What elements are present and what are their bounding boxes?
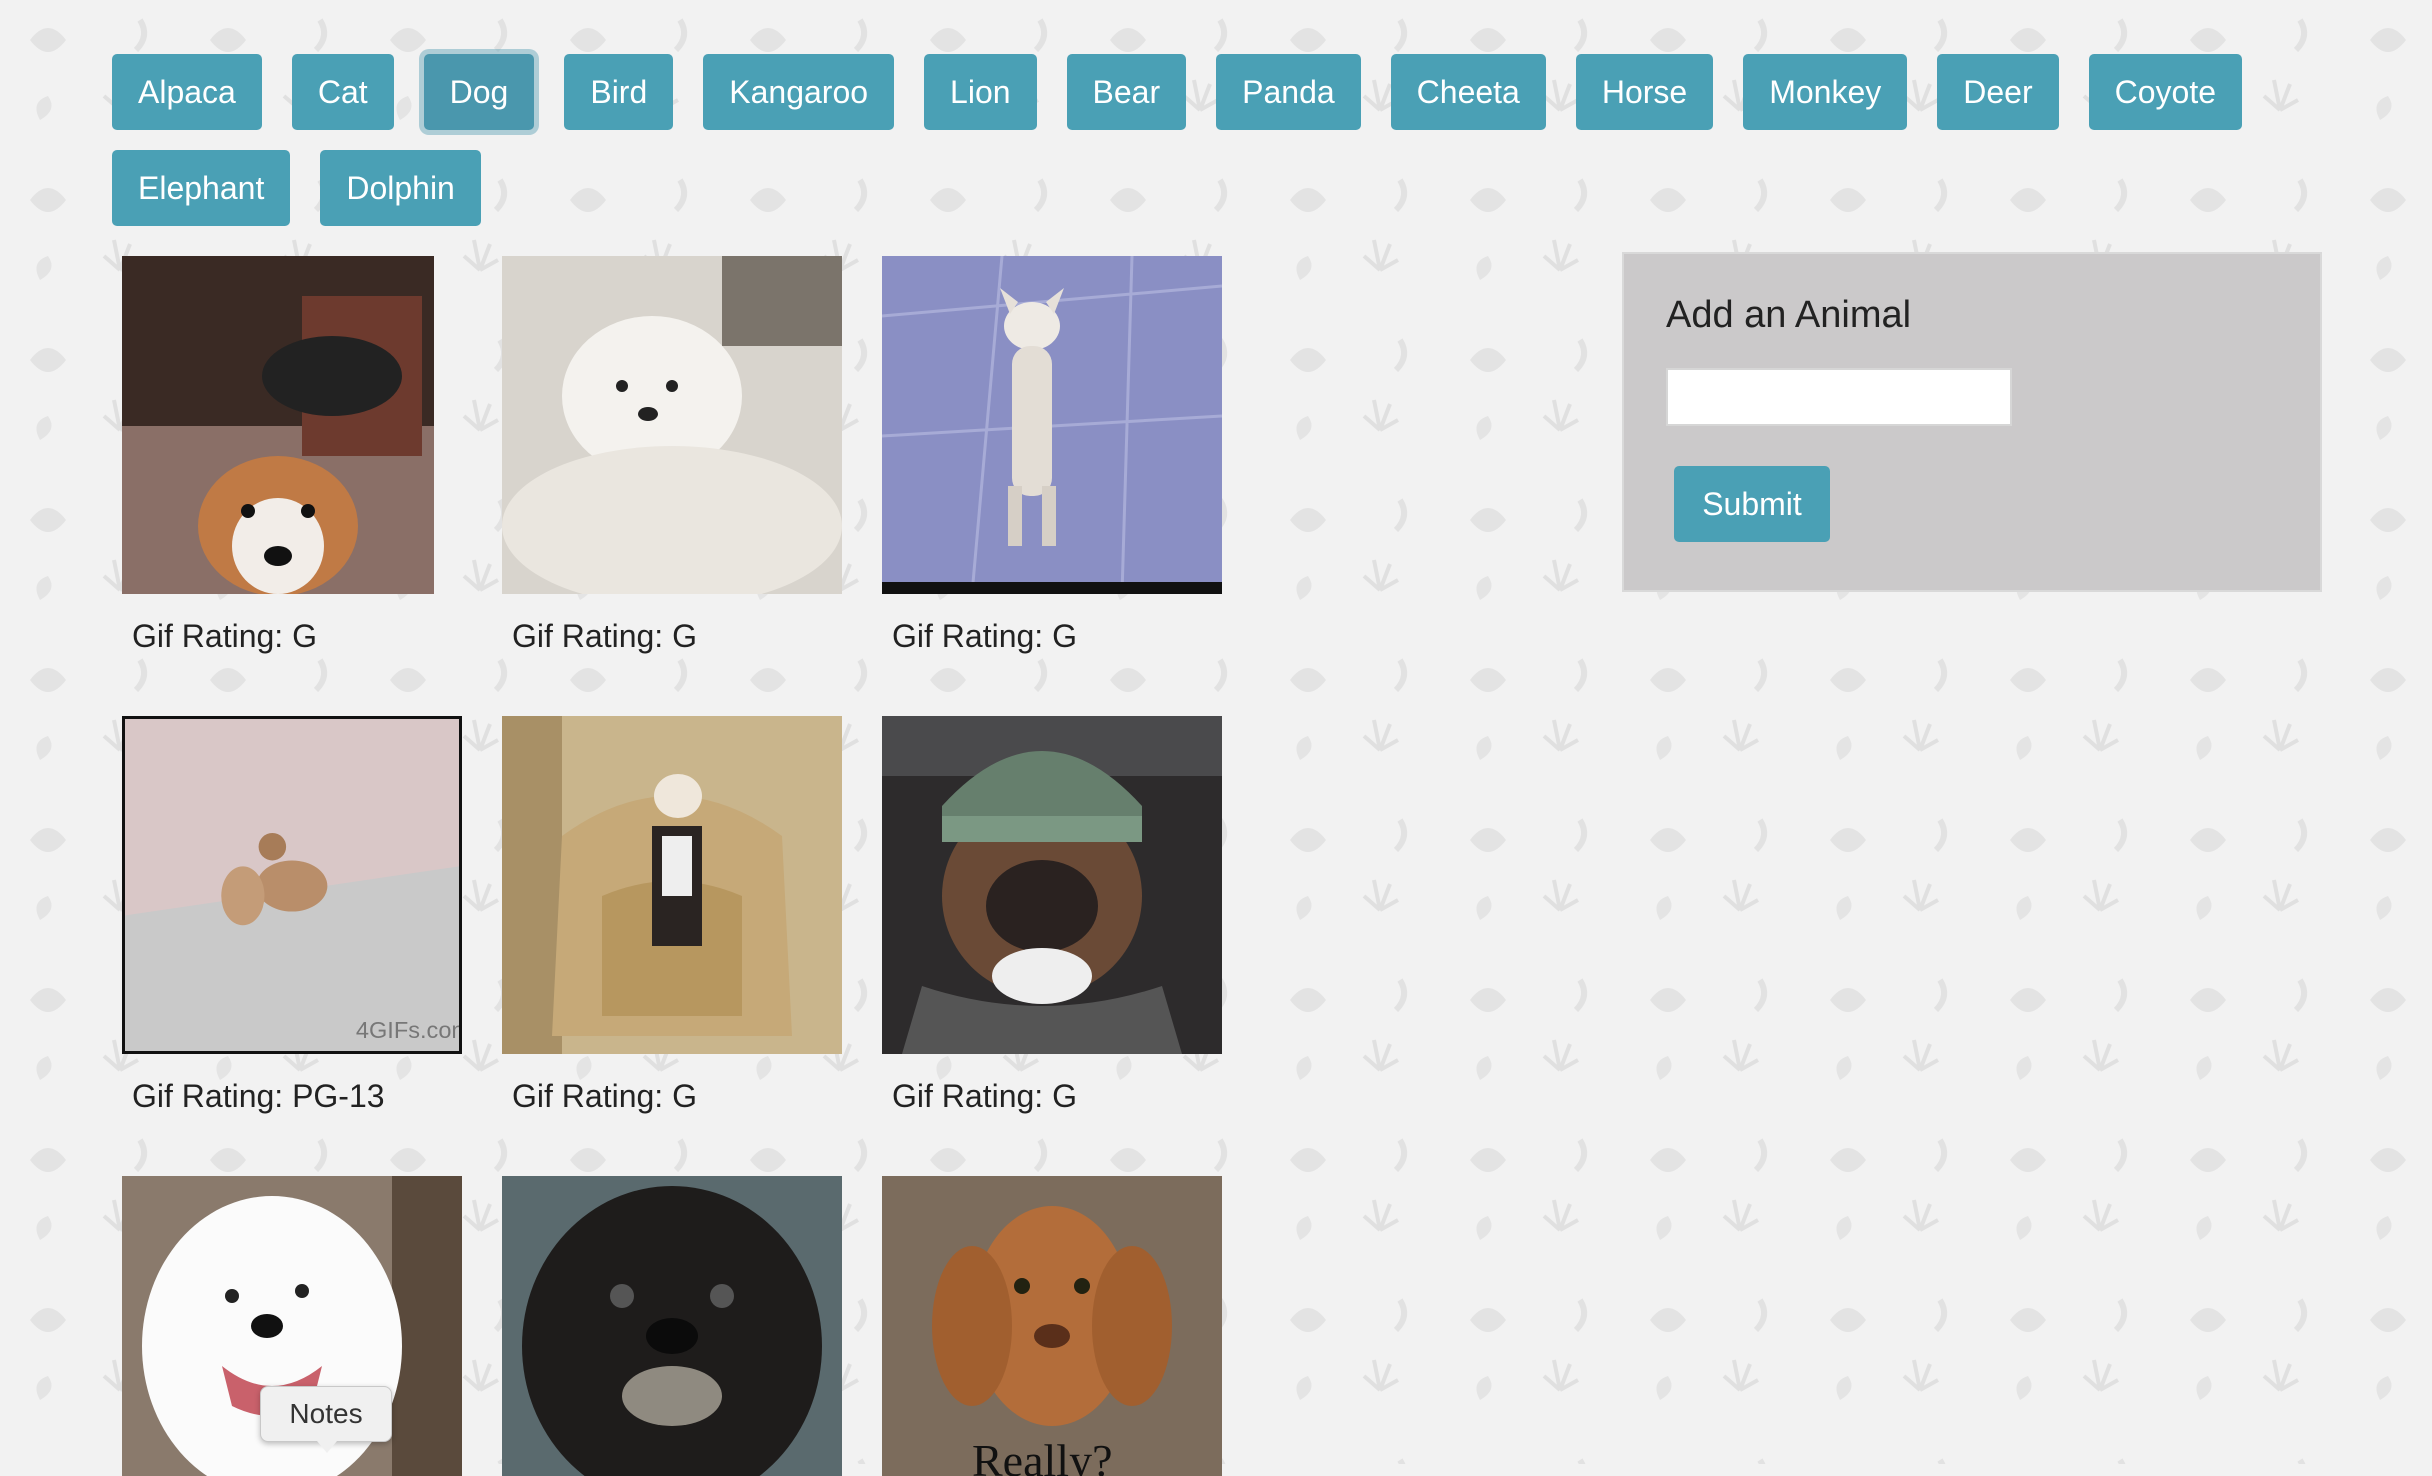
- svg-text:4GIFs.com: 4GIFs.com: [356, 1017, 459, 1043]
- dog-gif-image[interactable]: [122, 256, 434, 594]
- gif-rating-label: Gif Rating: G: [512, 618, 697, 654]
- animal-button-dolphin[interactable]: Dolphin: [320, 150, 481, 226]
- gif-rating-label: Gif Rating: G: [512, 1078, 697, 1114]
- gif-rating-label: Gif Rating: PG-13: [132, 1078, 385, 1114]
- animal-button-elephant[interactable]: Elephant: [112, 150, 291, 226]
- dog-gif-image[interactable]: [502, 256, 842, 594]
- animal-button-kangaroo[interactable]: Kangaroo: [703, 54, 895, 130]
- animal-button-cat[interactable]: Cat: [291, 54, 394, 130]
- animal-button-bar: Alpaca Cat Dog Bird Kangaroo Lion Bear Panda Che…: [112, 54, 2352, 246]
- dog-gif-image[interactable]: [882, 716, 1222, 1054]
- gif-rating-label: Gif Rating: G: [892, 618, 1077, 654]
- add-animal-panel: Add an Animal Submit: [1622, 252, 2322, 592]
- animal-button-horse[interactable]: Horse: [1575, 54, 1714, 130]
- animal-button-row-2: Elephant Dolphin: [112, 150, 2352, 226]
- notes-tooltip: Notes: [260, 1386, 392, 1453]
- gif-rating-label: Gif Rating: G: [892, 1078, 1077, 1114]
- dog-gif-image[interactable]: [502, 716, 842, 1054]
- animal-button-alpaca[interactable]: Alpaca: [112, 54, 262, 130]
- animal-button-lion[interactable]: Lion: [924, 54, 1037, 130]
- animal-button-monkey[interactable]: Monkey: [1743, 54, 1908, 130]
- dog-gif-image[interactable]: [502, 1176, 842, 1476]
- dog-gif-image[interactable]: Really?: [882, 1176, 1222, 1476]
- animal-button-bear[interactable]: Bear: [1066, 54, 1187, 130]
- dog-gif-image[interactable]: [882, 256, 1222, 594]
- gif-rating-label: Gif Rating: G: [132, 618, 317, 654]
- animal-button-panda[interactable]: Panda: [1216, 54, 1361, 130]
- panel-title: Add an Animal: [1666, 294, 1912, 336]
- svg-text:Really?: Really?: [972, 1435, 1113, 1476]
- submit-button[interactable]: Submit: [1674, 466, 1830, 542]
- animal-button-cheeta[interactable]: Cheeta: [1390, 54, 1546, 130]
- dog-gif-image[interactable]: 4GIFs.com: [122, 716, 462, 1054]
- animal-button-row-1: Alpaca Cat Dog Bird Kangaroo Lion Bear Panda Che…: [112, 54, 2352, 130]
- animal-button-dog[interactable]: Dog: [423, 54, 535, 130]
- animal-name-input[interactable]: [1666, 368, 2012, 426]
- animal-button-coyote[interactable]: Coyote: [2088, 54, 2242, 130]
- animal-button-bird[interactable]: Bird: [564, 54, 674, 130]
- animal-button-deer[interactable]: Deer: [1937, 54, 2059, 130]
